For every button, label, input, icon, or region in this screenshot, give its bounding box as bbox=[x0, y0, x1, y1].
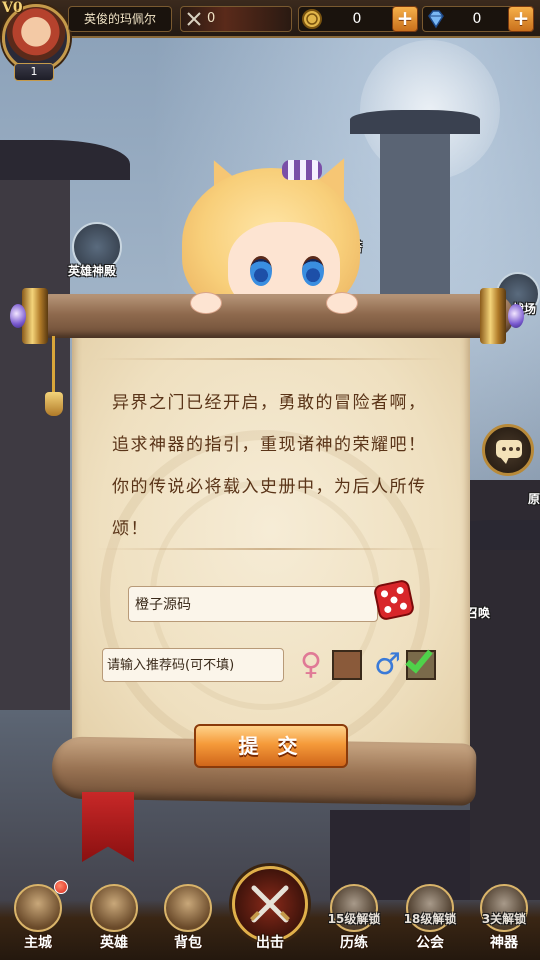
crossed-swords-icon bbox=[187, 12, 201, 26]
story-text: 异界之门已经开启，勇敢的冒险者啊，追求神器的指引，重现诸神的荣耀吧！你的传说必将… bbox=[112, 393, 427, 539]
male-symbol: ♂ bbox=[374, 647, 401, 682]
chat-button[interactable] bbox=[482, 424, 534, 476]
player-level-badge: 1 bbox=[14, 63, 54, 81]
nav-artifact[interactable]: 3关解锁 神器 bbox=[472, 878, 536, 960]
player-name[interactable]: 英俊的玛佩尔 bbox=[68, 6, 172, 32]
character-eye-right bbox=[302, 256, 324, 286]
origin-label[interactable]: 原 bbox=[528, 490, 540, 507]
nav-training[interactable]: 15级解锁 历练 bbox=[322, 878, 386, 960]
female-checkbox[interactable] bbox=[332, 650, 362, 680]
submit-button[interactable]: 提 交 bbox=[194, 724, 348, 768]
gem-counter: 0 + bbox=[422, 6, 534, 32]
character-paw-right bbox=[326, 292, 358, 314]
nav-guild[interactable]: 18级解锁 公会 bbox=[398, 878, 462, 960]
left-building bbox=[0, 150, 70, 710]
backpack-icon bbox=[164, 884, 212, 932]
rod-gem-right bbox=[508, 304, 524, 328]
character-paw-left bbox=[190, 292, 222, 314]
nav-backpack[interactable]: 背包 bbox=[156, 878, 220, 960]
rod-gem-left bbox=[10, 304, 26, 328]
male-checkbox[interactable] bbox=[405, 644, 436, 680]
nav-label: 神器 bbox=[490, 935, 518, 951]
hair-bow bbox=[282, 160, 322, 180]
character-name-input[interactable] bbox=[128, 586, 378, 622]
gem-value: 0 bbox=[472, 11, 482, 27]
vip-level: V0 bbox=[2, 0, 23, 16]
combat-power: 0 bbox=[180, 6, 292, 32]
gold-counter: 0 + bbox=[298, 6, 418, 32]
add-gold-button[interactable]: + bbox=[392, 6, 418, 32]
notification-dot bbox=[54, 880, 68, 894]
add-gem-button[interactable]: + bbox=[508, 6, 534, 32]
lock-requirement: 18级解锁 bbox=[403, 912, 457, 926]
nav-battle[interactable]: 出击 bbox=[228, 866, 312, 960]
nav-label: 英雄 bbox=[100, 935, 128, 951]
nav-label: 出击 bbox=[256, 935, 284, 951]
story-divider-top bbox=[96, 358, 444, 360]
tassel-cord bbox=[52, 336, 55, 396]
nav-label: 主城 bbox=[24, 935, 52, 951]
scroll-top-rod bbox=[28, 294, 514, 338]
nav-hero[interactable]: 英雄 bbox=[82, 878, 146, 960]
story-divider-bottom bbox=[96, 548, 444, 550]
lock-requirement: 15级解锁 bbox=[327, 912, 381, 926]
nav-label: 背包 bbox=[174, 935, 202, 951]
character-eye-left bbox=[250, 256, 272, 286]
combat-power-value: 0 bbox=[207, 11, 216, 26]
lock-requirement: 3关解锁 bbox=[481, 912, 527, 926]
gold-value: 0 bbox=[352, 11, 362, 27]
gold-coin-icon bbox=[302, 9, 322, 29]
crossed-swords-icon bbox=[250, 885, 290, 923]
referral-code-input[interactable] bbox=[102, 648, 284, 682]
helmet-icon bbox=[90, 884, 138, 932]
nav-label: 历练 bbox=[340, 935, 368, 951]
rod-cap-right bbox=[480, 288, 506, 344]
female-symbol: ♀ bbox=[300, 647, 322, 682]
diamond-icon bbox=[428, 10, 444, 29]
tassel bbox=[45, 392, 63, 416]
tower-roof bbox=[350, 110, 480, 134]
nav-label: 公会 bbox=[416, 935, 444, 951]
random-name-dice-icon[interactable] bbox=[370, 576, 417, 623]
hero-hall-label[interactable]: 英雄神殿 bbox=[68, 262, 116, 279]
